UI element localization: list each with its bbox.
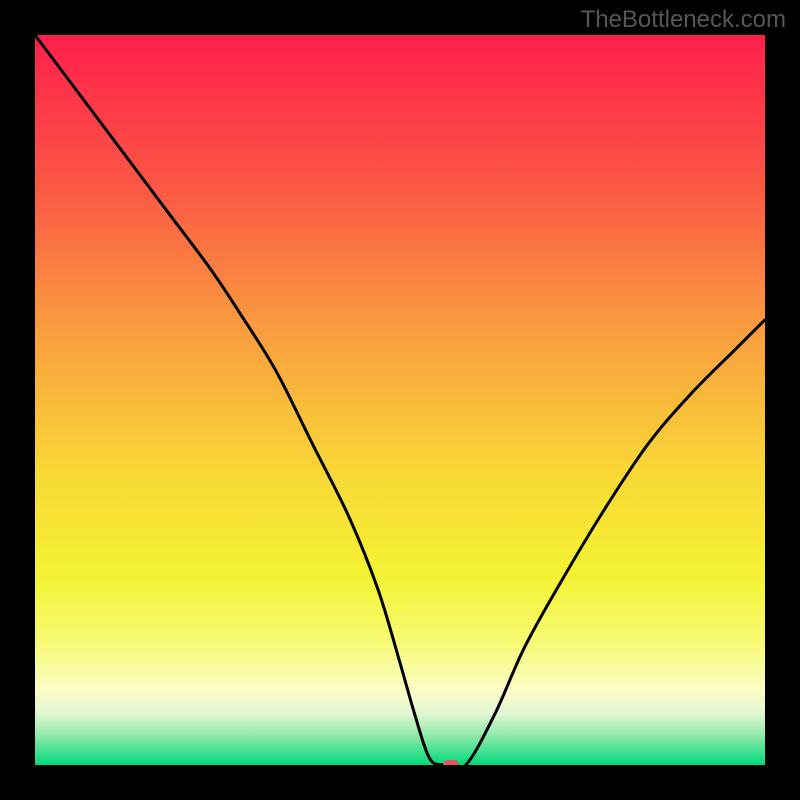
optimal-point-marker — [443, 760, 459, 765]
plot-area — [35, 35, 765, 765]
gradient-background — [35, 35, 765, 765]
watermark-text: TheBottleneck.com — [581, 6, 786, 34]
chart-frame: TheBottleneck.com — [0, 0, 800, 800]
